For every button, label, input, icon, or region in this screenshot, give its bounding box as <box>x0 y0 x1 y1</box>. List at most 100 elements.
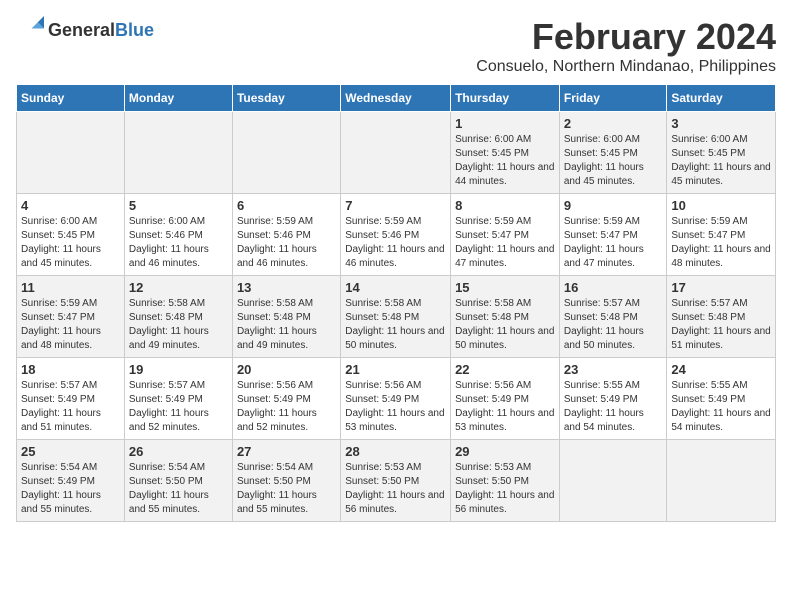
day-detail: Sunrise: 6:00 AMSunset: 5:45 PMDaylight:… <box>564 134 644 187</box>
calendar-week-row: 18 Sunrise: 5:57 AMSunset: 5:49 PMDaylig… <box>17 358 776 440</box>
table-row: 21 Sunrise: 5:56 AMSunset: 5:49 PMDaylig… <box>341 358 451 440</box>
day-detail: Sunrise: 5:56 AMSunset: 5:49 PMDaylight:… <box>455 380 554 433</box>
table-row: 2 Sunrise: 6:00 AMSunset: 5:45 PMDayligh… <box>559 112 667 194</box>
day-detail: Sunrise: 5:55 AMSunset: 5:49 PMDaylight:… <box>671 380 770 433</box>
logo-general: General <box>48 20 115 40</box>
day-number: 20 <box>237 362 336 377</box>
header-sunday: Sunday <box>17 85 125 112</box>
day-number: 5 <box>129 198 228 213</box>
day-number: 24 <box>671 362 771 377</box>
title-area: February 2024 Consuelo, Northern Mindana… <box>476 16 776 76</box>
table-row: 29 Sunrise: 5:53 AMSunset: 5:50 PMDaylig… <box>451 440 560 522</box>
day-detail: Sunrise: 6:00 AMSunset: 5:45 PMDaylight:… <box>671 134 770 187</box>
day-number: 14 <box>345 280 446 295</box>
table-row: 8 Sunrise: 5:59 AMSunset: 5:47 PMDayligh… <box>451 194 560 276</box>
day-detail: Sunrise: 6:00 AMSunset: 5:46 PMDaylight:… <box>129 216 209 269</box>
day-detail: Sunrise: 5:54 AMSunset: 5:50 PMDaylight:… <box>129 462 209 515</box>
table-row: 20 Sunrise: 5:56 AMSunset: 5:49 PMDaylig… <box>232 358 340 440</box>
calendar-week-row: 11 Sunrise: 5:59 AMSunset: 5:47 PMDaylig… <box>17 276 776 358</box>
day-number: 1 <box>455 116 555 131</box>
table-row: 22 Sunrise: 5:56 AMSunset: 5:49 PMDaylig… <box>451 358 560 440</box>
day-detail: Sunrise: 5:58 AMSunset: 5:48 PMDaylight:… <box>345 298 444 351</box>
table-row <box>17 112 125 194</box>
day-number: 6 <box>237 198 336 213</box>
header-thursday: Thursday <box>451 85 560 112</box>
logo-text: GeneralBlue <box>48 20 154 41</box>
day-number: 18 <box>21 362 120 377</box>
day-number: 15 <box>455 280 555 295</box>
day-number: 23 <box>564 362 663 377</box>
table-row: 3 Sunrise: 6:00 AMSunset: 5:45 PMDayligh… <box>667 112 776 194</box>
day-number: 7 <box>345 198 446 213</box>
header: GeneralBlue February 2024 Consuelo, Nort… <box>16 16 776 76</box>
day-detail: Sunrise: 5:59 AMSunset: 5:47 PMDaylight:… <box>455 216 554 269</box>
day-number: 25 <box>21 444 120 459</box>
day-number: 12 <box>129 280 228 295</box>
day-detail: Sunrise: 6:00 AMSunset: 5:45 PMDaylight:… <box>455 134 554 187</box>
day-detail: Sunrise: 5:56 AMSunset: 5:49 PMDaylight:… <box>345 380 444 433</box>
day-number: 26 <box>129 444 228 459</box>
day-detail: Sunrise: 5:58 AMSunset: 5:48 PMDaylight:… <box>237 298 317 351</box>
table-row: 18 Sunrise: 5:57 AMSunset: 5:49 PMDaylig… <box>17 358 125 440</box>
table-row: 17 Sunrise: 5:57 AMSunset: 5:48 PMDaylig… <box>667 276 776 358</box>
header-saturday: Saturday <box>667 85 776 112</box>
table-row: 15 Sunrise: 5:58 AMSunset: 5:48 PMDaylig… <box>451 276 560 358</box>
month-title: February 2024 <box>476 16 776 58</box>
table-row: 12 Sunrise: 5:58 AMSunset: 5:48 PMDaylig… <box>124 276 232 358</box>
day-detail: Sunrise: 5:57 AMSunset: 5:49 PMDaylight:… <box>21 380 101 433</box>
calendar-week-row: 1 Sunrise: 6:00 AMSunset: 5:45 PMDayligh… <box>17 112 776 194</box>
calendar-week-row: 4 Sunrise: 6:00 AMSunset: 5:45 PMDayligh… <box>17 194 776 276</box>
table-row: 28 Sunrise: 5:53 AMSunset: 5:50 PMDaylig… <box>341 440 451 522</box>
day-number: 22 <box>455 362 555 377</box>
day-number: 28 <box>345 444 446 459</box>
logo-blue: Blue <box>115 20 154 40</box>
day-number: 19 <box>129 362 228 377</box>
day-number: 10 <box>671 198 771 213</box>
day-detail: Sunrise: 5:57 AMSunset: 5:48 PMDaylight:… <box>671 298 770 351</box>
table-row <box>559 440 667 522</box>
day-detail: Sunrise: 5:54 AMSunset: 5:50 PMDaylight:… <box>237 462 317 515</box>
header-monday: Monday <box>124 85 232 112</box>
table-row <box>232 112 340 194</box>
table-row: 24 Sunrise: 5:55 AMSunset: 5:49 PMDaylig… <box>667 358 776 440</box>
day-number: 29 <box>455 444 555 459</box>
table-row: 16 Sunrise: 5:57 AMSunset: 5:48 PMDaylig… <box>559 276 667 358</box>
table-row: 13 Sunrise: 5:58 AMSunset: 5:48 PMDaylig… <box>232 276 340 358</box>
table-row: 1 Sunrise: 6:00 AMSunset: 5:45 PMDayligh… <box>451 112 560 194</box>
day-detail: Sunrise: 5:56 AMSunset: 5:49 PMDaylight:… <box>237 380 317 433</box>
day-detail: Sunrise: 5:59 AMSunset: 5:47 PMDaylight:… <box>671 216 770 269</box>
day-number: 9 <box>564 198 663 213</box>
day-number: 4 <box>21 198 120 213</box>
day-detail: Sunrise: 5:59 AMSunset: 5:47 PMDaylight:… <box>564 216 644 269</box>
day-number: 17 <box>671 280 771 295</box>
calendar-week-row: 25 Sunrise: 5:54 AMSunset: 5:49 PMDaylig… <box>17 440 776 522</box>
day-number: 21 <box>345 362 446 377</box>
logo: GeneralBlue <box>16 16 154 44</box>
day-number: 16 <box>564 280 663 295</box>
day-number: 3 <box>671 116 771 131</box>
day-number: 11 <box>21 280 120 295</box>
table-row: 10 Sunrise: 5:59 AMSunset: 5:47 PMDaylig… <box>667 194 776 276</box>
table-row: 6 Sunrise: 5:59 AMSunset: 5:46 PMDayligh… <box>232 194 340 276</box>
logo-icon <box>16 16 44 44</box>
day-detail: Sunrise: 5:58 AMSunset: 5:48 PMDaylight:… <box>455 298 554 351</box>
header-wednesday: Wednesday <box>341 85 451 112</box>
table-row: 27 Sunrise: 5:54 AMSunset: 5:50 PMDaylig… <box>232 440 340 522</box>
day-detail: Sunrise: 5:59 AMSunset: 5:46 PMDaylight:… <box>345 216 444 269</box>
day-detail: Sunrise: 5:59 AMSunset: 5:46 PMDaylight:… <box>237 216 317 269</box>
day-detail: Sunrise: 5:54 AMSunset: 5:49 PMDaylight:… <box>21 462 101 515</box>
table-row: 5 Sunrise: 6:00 AMSunset: 5:46 PMDayligh… <box>124 194 232 276</box>
day-number: 2 <box>564 116 663 131</box>
day-detail: Sunrise: 5:57 AMSunset: 5:49 PMDaylight:… <box>129 380 209 433</box>
table-row: 4 Sunrise: 6:00 AMSunset: 5:45 PMDayligh… <box>17 194 125 276</box>
day-detail: Sunrise: 5:58 AMSunset: 5:48 PMDaylight:… <box>129 298 209 351</box>
day-number: 8 <box>455 198 555 213</box>
table-row: 14 Sunrise: 5:58 AMSunset: 5:48 PMDaylig… <box>341 276 451 358</box>
day-detail: Sunrise: 5:53 AMSunset: 5:50 PMDaylight:… <box>345 462 444 515</box>
header-friday: Friday <box>559 85 667 112</box>
day-detail: Sunrise: 5:57 AMSunset: 5:48 PMDaylight:… <box>564 298 644 351</box>
table-row <box>341 112 451 194</box>
day-detail: Sunrise: 5:59 AMSunset: 5:47 PMDaylight:… <box>21 298 101 351</box>
table-row: 7 Sunrise: 5:59 AMSunset: 5:46 PMDayligh… <box>341 194 451 276</box>
table-row: 9 Sunrise: 5:59 AMSunset: 5:47 PMDayligh… <box>559 194 667 276</box>
